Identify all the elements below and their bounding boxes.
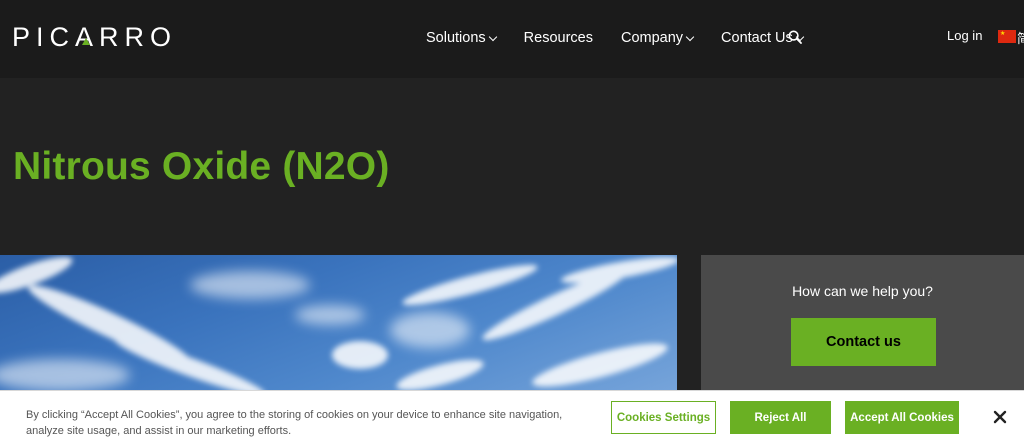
picarro-logo[interactable]: PIC A RRO [12, 22, 177, 52]
search-icon[interactable] [788, 30, 802, 44]
help-panel: How can we help you? Contact us [701, 255, 1024, 390]
flag-star-icon: ★ [1000, 31, 1006, 37]
cookie-consent-text: By clicking “Accept All Cookies”, you ag… [26, 407, 586, 439]
nav-solutions-label: Solutions [426, 30, 486, 46]
contact-us-button[interactable]: Contact us [791, 318, 936, 366]
close-icon[interactable] [991, 408, 1009, 426]
nav-resources-label: Resources [523, 30, 593, 46]
site-header: PIC A RRO Solutions Resources Company Cont… [0, 0, 1024, 78]
login-link[interactable]: Log in [947, 28, 982, 43]
logo-text-part-1: PIC [12, 21, 76, 52]
main-nav: Solutions Resources Company Contact Us [426, 0, 805, 76]
page-title: Nitrous Oxide (N2O) [13, 145, 390, 188]
nav-solutions[interactable]: Solutions [426, 30, 497, 46]
cloud-graphic [0, 256, 677, 390]
logo-letter-a: A [75, 21, 100, 52]
logo-triangle-icon [82, 37, 91, 45]
chevron-down-icon [685, 32, 695, 42]
reject-all-button[interactable]: Reject All [730, 401, 831, 434]
cookie-text-line-1: By clicking “Accept All Cookies”, you ag… [26, 409, 563, 421]
china-flag-icon[interactable]: ★ [998, 30, 1016, 43]
cookie-text-line-2: analyze site usage, and assist in our ma… [26, 425, 292, 437]
cookie-banner: By clicking “Accept All Cookies”, you ag… [0, 390, 1024, 444]
sky-hero-image [0, 255, 677, 390]
language-selector[interactable]: 简 [1017, 28, 1024, 47]
nav-resources[interactable]: Resources [524, 30, 593, 46]
cookies-settings-button[interactable]: Cookies Settings [611, 401, 716, 434]
nav-contact-us-label: Contact Us [721, 30, 793, 46]
accept-all-cookies-button[interactable]: Accept All Cookies [845, 401, 959, 434]
chevron-down-icon [488, 32, 497, 42]
logo-text-part-2: RRO [99, 21, 178, 52]
nav-company[interactable]: Company [620, 30, 695, 46]
help-prompt: How can we help you? [792, 283, 933, 299]
nav-company-label: Company [620, 30, 684, 46]
